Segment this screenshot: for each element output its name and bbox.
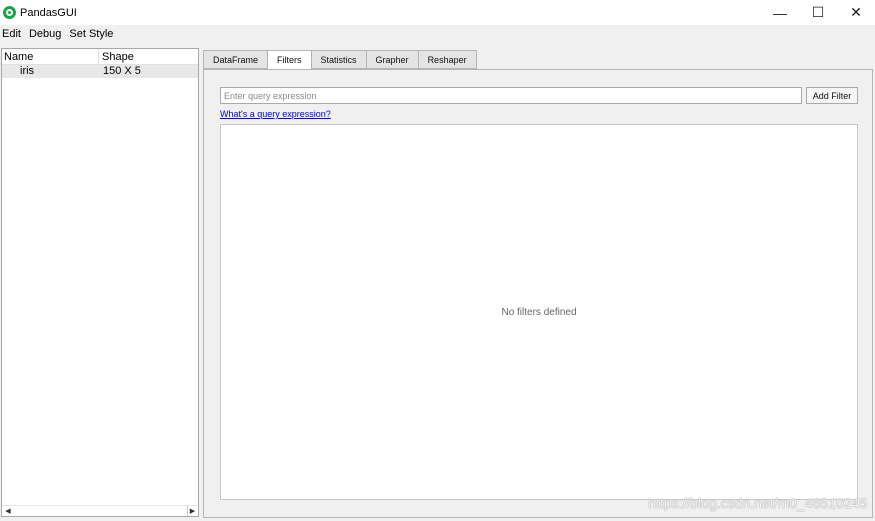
maximize-button[interactable]: ☐: [799, 0, 837, 25]
app-logo-icon: [3, 6, 16, 19]
tab-grapher[interactable]: Grapher: [365, 50, 418, 69]
menu-debug[interactable]: Debug: [26, 28, 66, 40]
menu-edit[interactable]: Edit: [0, 28, 26, 40]
query-help-link[interactable]: What's a query expression?: [220, 109, 331, 119]
close-button[interactable]: ✕: [837, 0, 875, 25]
window-title: PandasGUI: [20, 6, 77, 19]
menu-bar: Edit Debug Set Style: [0, 25, 875, 43]
tab-bar: DataFrame Filters Statistics Grapher Res…: [203, 50, 477, 70]
dataframe-shape: 150 X 5: [103, 65, 141, 77]
navigator-header: Name Shape: [2, 49, 198, 65]
scroll-left-icon[interactable]: ◀: [3, 506, 13, 516]
dataframe-name: iris: [20, 65, 35, 77]
title-bar: PandasGUI — ☐ ✕: [0, 0, 875, 25]
watermark: https://blog.csdn.net/m0_46510245: [648, 495, 867, 511]
tab-reshaper[interactable]: Reshaper: [417, 50, 477, 69]
horizontal-scrollbar[interactable]: ◀ ▶: [2, 505, 198, 516]
tab-filters[interactable]: Filters: [267, 50, 311, 70]
empty-filters-message: No filters defined: [501, 307, 577, 318]
tab-statistics[interactable]: Statistics: [310, 50, 366, 69]
column-header-shape[interactable]: Shape: [99, 49, 198, 64]
window-controls: — ☐ ✕: [761, 0, 875, 25]
column-header-name[interactable]: Name: [2, 49, 99, 64]
dataframe-navigator: Name Shape iris 150 X 5 ◀ ▶: [1, 48, 199, 517]
add-filter-button[interactable]: Add Filter: [806, 87, 858, 104]
filters-panel: Add Filter What's a query expression? No…: [203, 69, 873, 518]
tab-dataframe[interactable]: DataFrame: [203, 50, 268, 69]
query-input[interactable]: [220, 87, 802, 104]
menu-set-style[interactable]: Set Style: [66, 28, 118, 40]
scroll-right-icon[interactable]: ▶: [187, 506, 197, 516]
filters-list: No filters defined: [220, 124, 858, 500]
navigator-row[interactable]: iris 150 X 5: [2, 65, 198, 78]
minimize-button[interactable]: —: [761, 0, 799, 25]
